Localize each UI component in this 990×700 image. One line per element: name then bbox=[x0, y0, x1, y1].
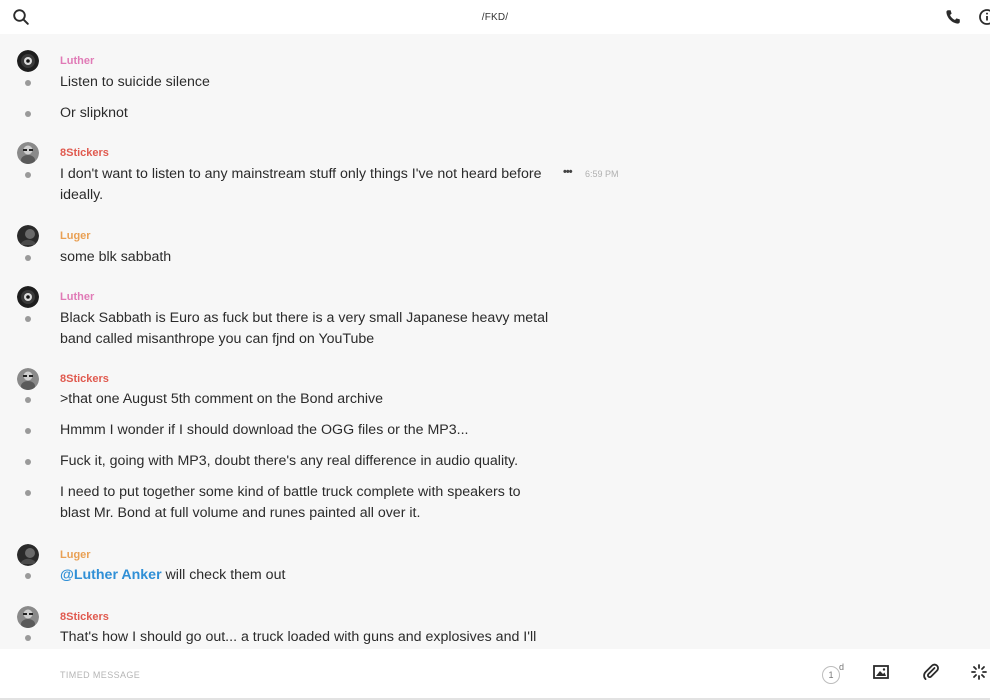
search-icon[interactable] bbox=[12, 8, 30, 26]
phone-call-icon[interactable] bbox=[944, 8, 962, 26]
sender-name[interactable]: 8Stickers bbox=[60, 611, 109, 623]
sender-name[interactable]: Luther bbox=[60, 291, 94, 303]
message-text-rest: will check them out bbox=[161, 567, 286, 583]
sender-name[interactable]: 8Stickers bbox=[60, 147, 109, 159]
user-mention[interactable]: @Luther Anker bbox=[60, 567, 162, 583]
avatar[interactable] bbox=[17, 142, 39, 164]
image-icon[interactable] bbox=[872, 663, 894, 685]
timer-value: 1 bbox=[822, 666, 840, 684]
message-text: Hmmm I wonder if I should download the O… bbox=[60, 422, 469, 438]
avatar[interactable] bbox=[17, 606, 39, 628]
avatar[interactable] bbox=[17, 225, 39, 247]
message-text: I need to put together some kind of batt… bbox=[60, 484, 521, 521]
message-text: some blk sabbath bbox=[60, 249, 172, 265]
avatar[interactable] bbox=[17, 544, 39, 566]
bullet-dot bbox=[25, 428, 31, 434]
message-text: That's how I should go out... a truck lo… bbox=[60, 629, 537, 645]
bullet-dot bbox=[25, 255, 31, 261]
message-text: I don't want to listen to any mainstream… bbox=[60, 166, 542, 203]
sender-name[interactable]: Luger bbox=[60, 549, 91, 561]
message-text: Black Sabbath is Euro as fuck but there … bbox=[60, 310, 549, 347]
conversation-title: /FKD/ bbox=[481, 11, 509, 23]
message-text: Or slipknot bbox=[60, 105, 128, 121]
top-bar: /FKD/ bbox=[0, 0, 990, 34]
avatar[interactable] bbox=[17, 50, 39, 72]
timer-selector[interactable]: 1 d bbox=[822, 662, 845, 686]
timer-unit: d bbox=[839, 662, 845, 672]
paperclip-icon[interactable] bbox=[922, 663, 944, 685]
bullet-dot bbox=[25, 635, 31, 641]
sender-name[interactable]: Luther bbox=[60, 55, 94, 67]
message-menu-icon[interactable]: ••• bbox=[563, 166, 573, 178]
bullet-dot bbox=[25, 459, 31, 465]
avatar[interactable] bbox=[17, 286, 39, 308]
bullet-dot bbox=[25, 172, 31, 178]
sender-name[interactable]: 8Stickers bbox=[60, 373, 109, 385]
avatar[interactable] bbox=[17, 368, 39, 390]
message-timestamp: 6:59 PM bbox=[585, 169, 619, 179]
bullet-dot bbox=[25, 316, 31, 322]
bullet-dot bbox=[25, 573, 31, 579]
composer-bar: 1 d bbox=[0, 649, 990, 700]
message-text: Fuck it, going with MP3, doubt there's a… bbox=[60, 453, 519, 469]
sender-name[interactable]: Luger bbox=[60, 230, 91, 242]
bullet-dot bbox=[25, 80, 31, 86]
bullet-dot bbox=[25, 111, 31, 117]
message-list[interactable]: Luther Listen to suicide silence Or slip… bbox=[0, 34, 990, 649]
info-icon[interactable] bbox=[978, 8, 990, 26]
exploding-message-icon[interactable] bbox=[970, 663, 990, 685]
message-text: @Luther Anker will check them out bbox=[60, 565, 560, 586]
message-text: >that one August 5th comment on the Bond… bbox=[60, 391, 383, 407]
message-input[interactable] bbox=[60, 665, 760, 685]
bullet-dot bbox=[25, 490, 31, 496]
message-text: Listen to suicide silence bbox=[60, 74, 210, 90]
bullet-dot bbox=[25, 397, 31, 403]
